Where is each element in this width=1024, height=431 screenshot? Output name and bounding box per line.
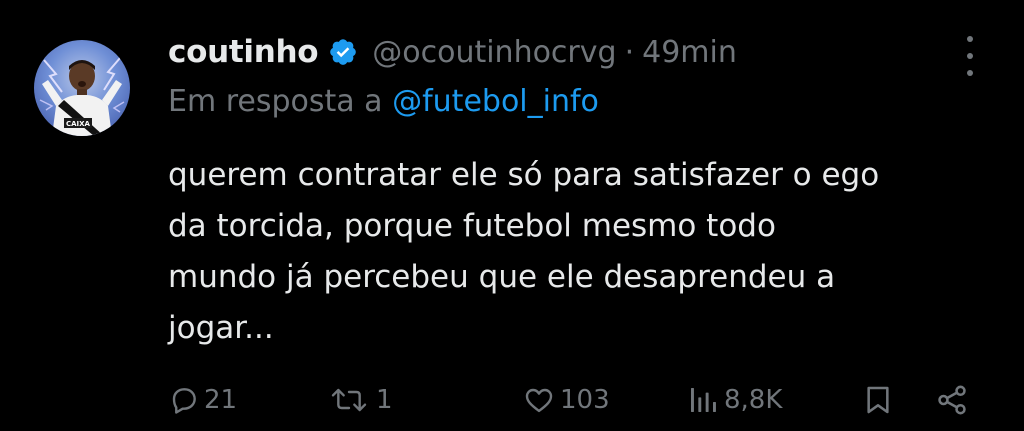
reply-context: Em resposta a @futebol_info [168,84,599,119]
bookmark-icon [862,383,894,417]
tweet-text: querem contratar ele só para satisfazer … [168,150,998,354]
tweet-timestamp[interactable]: 49min [642,35,737,70]
views-count: 8,8K [724,385,783,415]
tweet[interactable]: CAIXA coutinho @ocoutinhocrvg · 49min Em… [0,0,1024,431]
bookmark-button[interactable] [862,377,894,423]
repost-count: 1 [376,385,393,415]
like-button[interactable]: 103 [522,377,610,423]
like-count: 103 [560,385,610,415]
separator-dot: · [624,34,635,70]
like-icon [522,384,556,416]
avatar-image: CAIXA [39,57,125,136]
tweet-text-line: mundo já percebeu que ele desaprendeu a [168,259,836,295]
tweet-text-line: da torcida, porque futebol mesmo todo [168,208,776,244]
repost-button[interactable]: 1 [326,377,393,423]
views-icon [686,384,720,416]
repost-icon [326,384,372,416]
verified-badge-icon [328,37,358,67]
tweet-header: coutinho @ocoutinhocrvg · 49min [168,26,737,78]
share-icon [934,383,970,417]
author-handle[interactable]: @ocoutinhocrvg [372,35,616,70]
reply-button[interactable]: 21 [168,377,237,423]
reply-mention-link[interactable]: @futebol_info [392,84,599,119]
author-name[interactable]: coutinho [168,34,319,70]
reply-prefix: Em resposta a [168,84,393,119]
avatar[interactable]: CAIXA [34,40,130,136]
tweet-text-line: jogar... [168,310,274,346]
action-bar: 21 1 103 8,8K [0,377,1024,423]
reply-count: 21 [204,385,238,415]
tweet-text-line: querem contratar ele só para satisfazer … [168,157,880,193]
avatar-jersey-text: CAIXA [66,120,91,128]
views-button[interactable]: 8,8K [686,377,782,423]
share-button[interactable] [934,377,970,423]
reply-icon [168,384,200,416]
more-options-icon[interactable] [958,36,982,76]
